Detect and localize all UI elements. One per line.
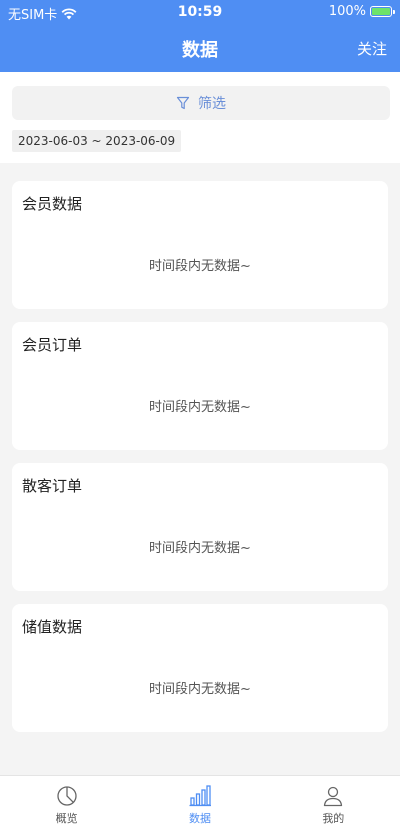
empty-message: 时间段内无数据~ [149,259,251,274]
tab-label: 数据 [188,812,211,825]
tab-label: 我的 [322,812,345,825]
filter-label: 筛选 [198,96,226,112]
walkin-orders-card: 散客订单 时间段内无数据~ [12,463,388,591]
funnel-icon [176,96,190,110]
tab-overview[interactable]: 概览 [0,776,133,831]
tab-label: 概览 [55,812,78,825]
battery-icon [370,6,395,17]
empty-message: 时间段内无数据~ [149,541,251,556]
stored-value-card: 储值数据 时间段内无数据~ [12,604,388,732]
member-data-card: 会员数据 时间段内无数据~ [12,181,388,309]
follow-button[interactable]: 关注 [357,38,387,59]
empty-message: 时间段内无数据~ [149,682,251,697]
card-title: 会员订单 [22,336,83,354]
tab-mine[interactable]: 我的 [267,776,400,831]
pie-chart-icon [57,786,77,806]
bar-chart-icon [189,785,211,807]
tab-data[interactable]: 数据 [133,776,266,831]
battery-indicator: 100% [328,4,395,19]
card-title: 会员数据 [22,195,83,213]
status-bar: 无SIM卡 10:59 100% [0,0,400,24]
card-title: 储值数据 [22,618,83,636]
tab-bar: 概览 数据 我的 [0,775,400,831]
empty-message: 时间段内无数据~ [149,400,251,415]
member-orders-card: 会员订单 时间段内无数据~ [12,322,388,450]
page-title: 数据 [182,40,218,61]
nav-bar: 数据 关注 [0,24,400,72]
battery-percent: 100% [328,4,366,19]
card-title: 散客订单 [22,477,83,495]
filter-button[interactable]: 筛选 [12,86,390,120]
user-icon [324,786,343,807]
date-range-chip[interactable]: 2023-06-03 ~ 2023-06-09 [12,130,182,152]
filter-area: 筛选 2023-06-03 ~ 2023-06-09 [0,72,400,163]
